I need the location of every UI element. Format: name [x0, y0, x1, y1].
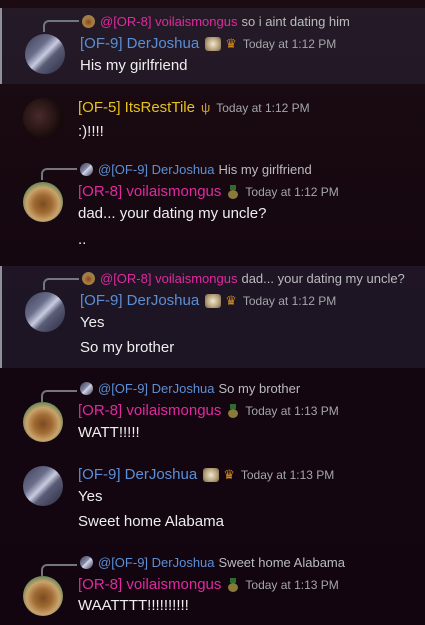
- reply-author[interactable]: @[OF-9] DerJoshua: [98, 162, 215, 177]
- message-header: [OF-9] DerJoshua ♛ Today at 1:12 PM: [80, 292, 336, 309]
- message-header: [OR-8] voilaismongus Today at 1:13 PM: [78, 402, 339, 419]
- message-1[interactable]: @[OR-8] voilaismongus so i aint dating h…: [0, 8, 425, 84]
- username[interactable]: [OR-8] voilaismongus: [78, 183, 221, 200]
- message-text: dad... your dating my uncle?: [78, 205, 267, 222]
- timestamp: Today at 1:12 PM: [242, 36, 337, 51]
- message-5[interactable]: @[OF-9] DerJoshua So my brother [OR-8] v…: [0, 378, 425, 454]
- reply-text: So my brother: [218, 380, 301, 396]
- message-text: WATT!!!!!: [78, 424, 140, 441]
- username[interactable]: [OF-9] DerJoshua: [80, 35, 199, 52]
- reply-text: His my girlfriend: [218, 161, 312, 177]
- message-6[interactable]: [OF-9] DerJoshua ♛ Today at 1:13 PM Yes …: [0, 462, 425, 538]
- message-text: :)!!!!: [78, 123, 104, 140]
- username[interactable]: [OF-9] DerJoshua: [80, 292, 199, 309]
- reply-connector: [41, 564, 77, 576]
- reply-author[interactable]: @[OR-8] voilaismongus: [100, 14, 237, 29]
- message-header: [OR-8] voilaismongus Today at 1:12 PM: [78, 183, 339, 200]
- timestamp: Today at 1:12 PM: [242, 293, 337, 308]
- reply-preview[interactable]: @[OR-8] voilaismongus dad... your dating…: [82, 269, 405, 287]
- reply-avatar: [80, 162, 93, 176]
- reply-avatar: [80, 381, 93, 395]
- avatar[interactable]: [23, 98, 63, 138]
- timestamp: Today at 1:13 PM: [245, 577, 339, 592]
- crown-icon: ♛: [225, 35, 237, 51]
- crown-icon: ♛: [225, 292, 237, 308]
- message-3[interactable]: @[OF-9] DerJoshua His my girlfriend [OR-…: [0, 156, 425, 256]
- reply-text: dad... your dating my uncle?: [241, 270, 405, 286]
- timestamp: Today at 1:12 PM: [216, 100, 310, 115]
- reply-connector: [43, 278, 79, 290]
- reply-connector: [41, 390, 77, 402]
- reply-connector: [41, 168, 77, 180]
- reply-avatar: [80, 555, 93, 569]
- reply-author[interactable]: @[OF-9] DerJoshua: [98, 381, 215, 396]
- crown-icon: ♛: [223, 466, 235, 482]
- message-text: His my girlfriend: [80, 57, 188, 74]
- avatar[interactable]: [23, 466, 63, 506]
- crest-icon: [203, 467, 220, 482]
- timestamp: Today at 1:12 PM: [245, 184, 339, 199]
- username[interactable]: [OR-8] voilaismongus: [78, 576, 221, 593]
- message-text: So my brother: [80, 339, 175, 356]
- crest-icon: [205, 293, 222, 308]
- reply-preview[interactable]: @[OF-9] DerJoshua His my girlfriend: [80, 160, 312, 178]
- message-text: WAATTTT!!!!!!!!!!: [78, 597, 189, 614]
- reply-avatar: [82, 271, 95, 285]
- reply-connector: [43, 20, 79, 32]
- reply-author[interactable]: @[OF-9] DerJoshua: [98, 555, 215, 570]
- reply-preview[interactable]: @[OF-9] DerJoshua Sweet home Alabama: [80, 553, 345, 571]
- username[interactable]: [OF-9] DerJoshua: [78, 466, 197, 483]
- reply-text: so i aint dating him: [241, 13, 350, 29]
- avatar[interactable]: [23, 182, 63, 222]
- medal-icon: [227, 184, 239, 199]
- timestamp: Today at 1:13 PM: [240, 467, 335, 482]
- wings-badge-icon: ψ: [200, 100, 211, 115]
- reply-author[interactable]: @[OR-8] voilaismongus: [100, 271, 237, 286]
- reply-preview[interactable]: @[OF-9] DerJoshua So my brother: [80, 379, 300, 397]
- message-text: ..: [78, 231, 87, 248]
- avatar[interactable]: [23, 402, 63, 442]
- message-header: [OF-9] DerJoshua ♛ Today at 1:12 PM: [80, 35, 336, 52]
- message-text: Yes: [78, 488, 103, 505]
- reply-preview[interactable]: @[OR-8] voilaismongus so i aint dating h…: [82, 12, 350, 30]
- message-2[interactable]: [OF-5] ItsRestTile ψ Today at 1:12 PM :)…: [0, 92, 425, 146]
- reply-text: Sweet home Alabama: [218, 554, 345, 570]
- message-text: Sweet home Alabama: [78, 513, 224, 530]
- message-header: [OR-8] voilaismongus Today at 1:13 PM: [78, 576, 339, 593]
- avatar[interactable]: [25, 292, 65, 332]
- medal-icon: [227, 577, 239, 592]
- crest-icon: [205, 36, 222, 51]
- username[interactable]: [OR-8] voilaismongus: [78, 402, 221, 419]
- message-header: [OF-9] DerJoshua ♛ Today at 1:13 PM: [78, 466, 334, 483]
- timestamp: Today at 1:13 PM: [245, 403, 339, 418]
- message-4[interactable]: @[OR-8] voilaismongus dad... your dating…: [0, 266, 425, 368]
- username[interactable]: [OF-5] ItsRestTile: [78, 99, 195, 116]
- message-text: Yes: [80, 314, 105, 331]
- message-7[interactable]: @[OF-9] DerJoshua Sweet home Alabama [OR…: [0, 552, 425, 622]
- avatar[interactable]: [25, 34, 65, 74]
- avatar[interactable]: [23, 576, 63, 616]
- reply-avatar: [82, 14, 95, 28]
- message-header: [OF-5] ItsRestTile ψ Today at 1:12 PM: [78, 99, 310, 116]
- medal-icon: [227, 403, 239, 418]
